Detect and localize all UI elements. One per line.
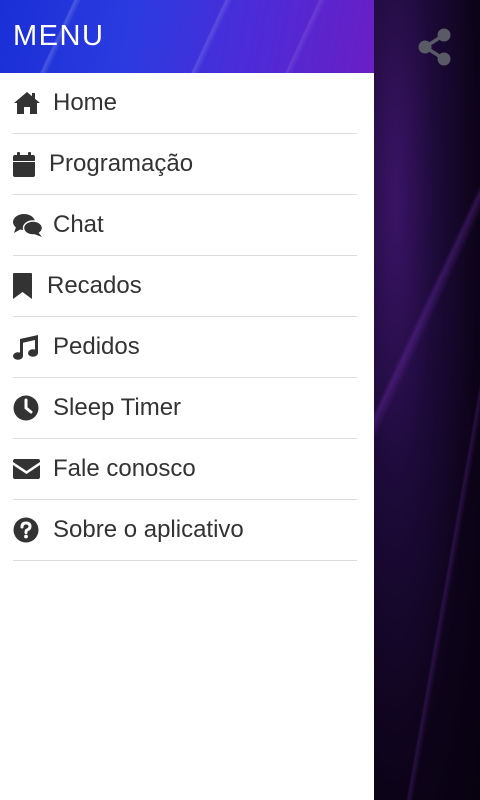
menu-item-pedidos[interactable]: Pedidos	[13, 317, 357, 378]
menu-list: Home Programação Chat Recados Pedidos Sl…	[0, 73, 374, 561]
home-icon	[13, 90, 43, 116]
navigation-drawer: MENU Home Programação Chat Recados Pedid…	[0, 0, 374, 800]
menu-item-home[interactable]: Home	[13, 73, 357, 134]
share-button[interactable]	[415, 27, 455, 67]
menu-item-programacao[interactable]: Programação	[13, 134, 357, 195]
menu-item-label: Home	[53, 89, 118, 116]
share-icon	[417, 28, 453, 66]
menu-title: MENU	[13, 20, 105, 52]
menu-item-label: Pedidos	[53, 333, 140, 360]
menu-item-label: Recados	[47, 272, 142, 299]
menu-item-label: Sobre o aplicativo	[53, 516, 244, 543]
menu-item-sobre-o-aplicativo[interactable]: Sobre o aplicativo	[13, 500, 357, 561]
menu-item-recados[interactable]: Recados	[13, 256, 357, 317]
background-panel	[374, 0, 480, 800]
question-circle-icon	[13, 517, 43, 543]
music-note-icon	[13, 334, 43, 360]
chat-icon	[13, 212, 43, 238]
menu-item-label: Programação	[49, 150, 194, 177]
bookmark-icon	[13, 273, 37, 299]
menu-item-label: Chat	[53, 211, 104, 238]
menu-item-label: Fale conosco	[53, 455, 196, 482]
envelope-icon	[13, 456, 43, 482]
calendar-icon	[13, 151, 39, 177]
menu-item-chat[interactable]: Chat	[13, 195, 357, 256]
menu-item-fale-conosco[interactable]: Fale conosco	[13, 439, 357, 500]
menu-item-label: Sleep Timer	[53, 394, 182, 421]
menu-item-sleep-timer[interactable]: Sleep Timer	[13, 378, 357, 439]
drawer-header: MENU	[0, 0, 374, 73]
clock-icon	[13, 395, 43, 421]
